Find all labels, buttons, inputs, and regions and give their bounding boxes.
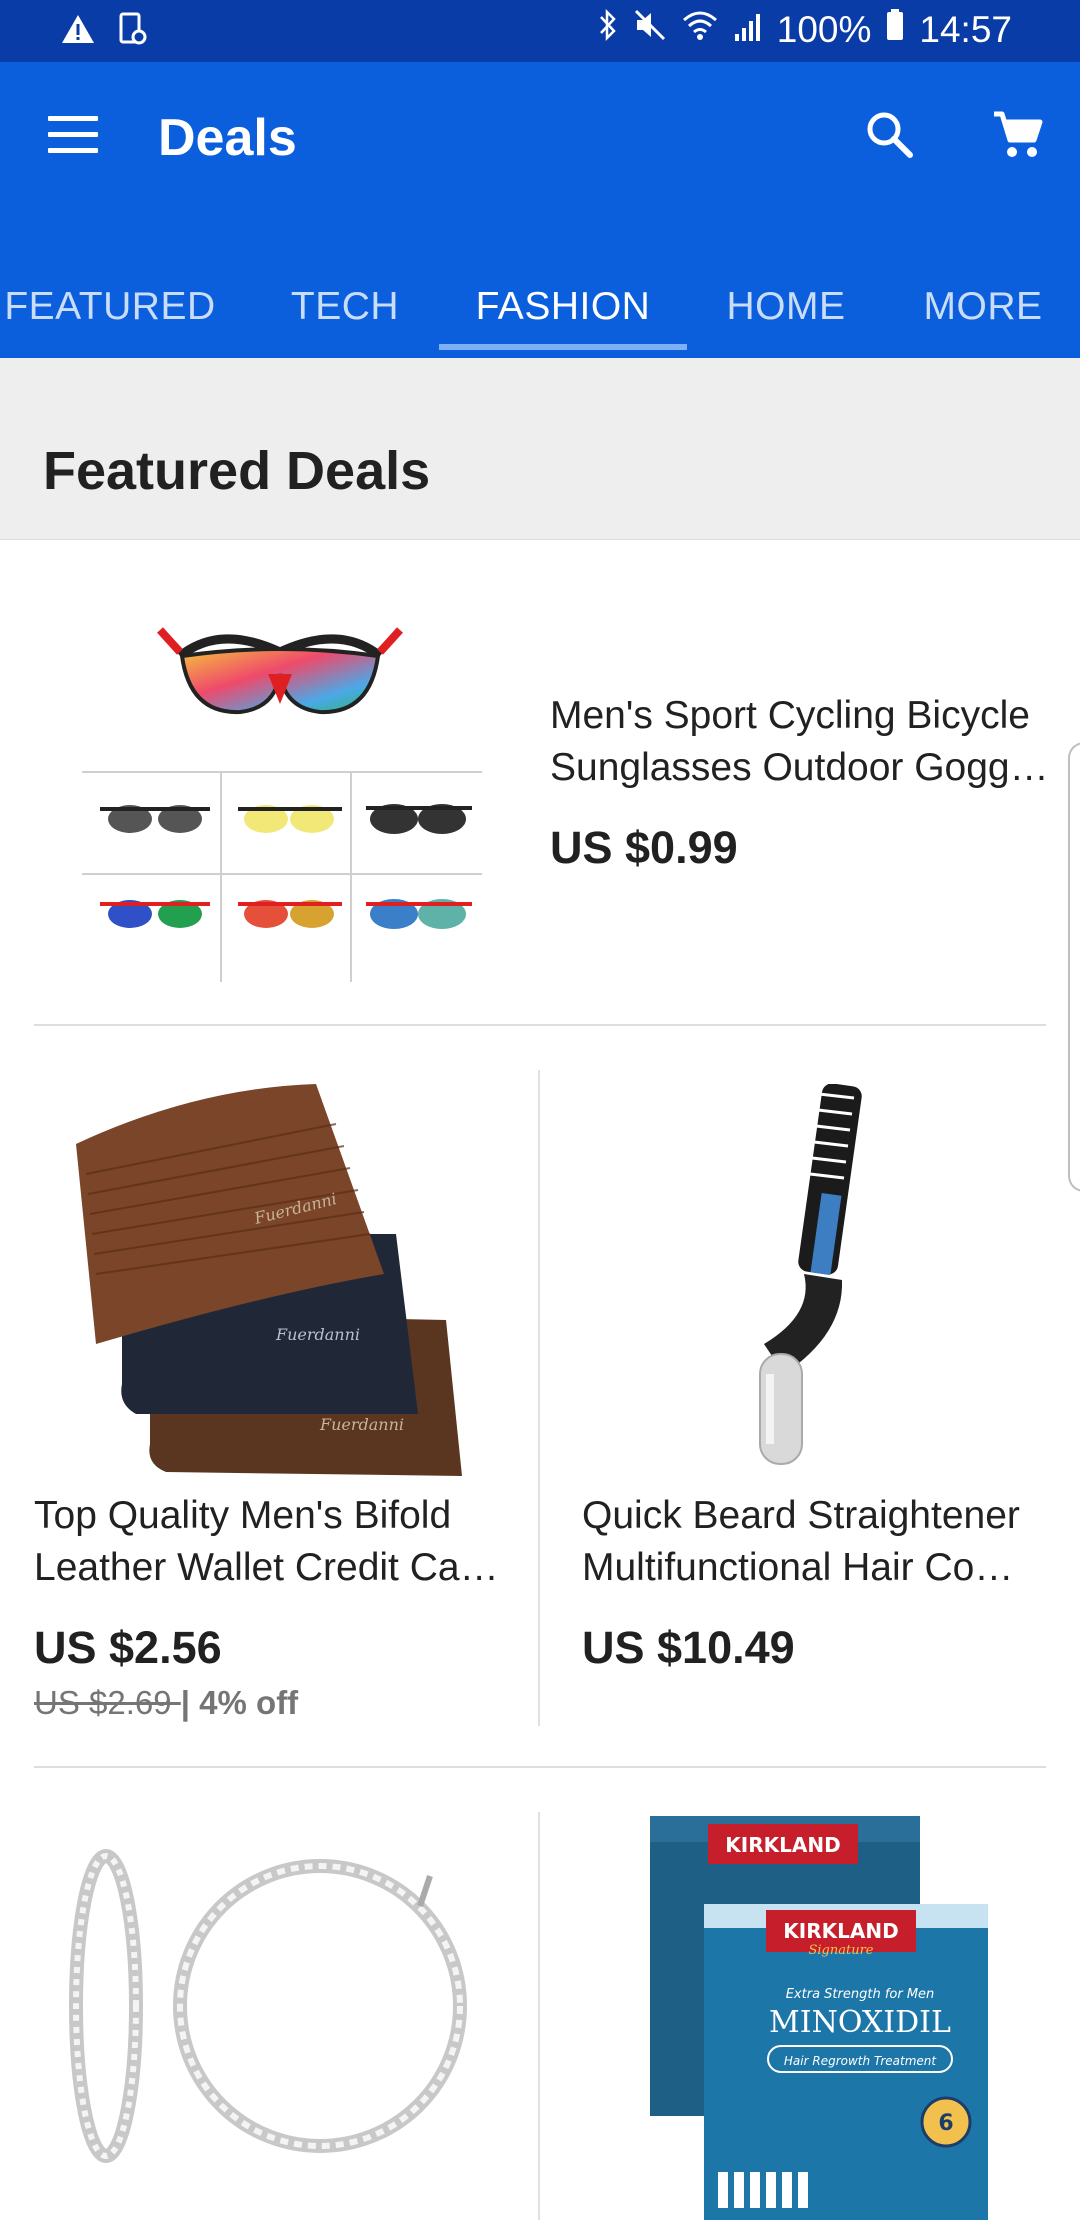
beard-straightener-product-image <box>759 1084 862 1465</box>
bluetooth-icon <box>597 8 619 51</box>
menu-button[interactable] <box>48 116 98 156</box>
app-bar: Deals FEATURED TECH FASHION HOME MORE <box>0 62 1080 358</box>
product-price: US $10.49 <box>582 1622 795 1673</box>
svg-text:Fuerdanni: Fuerdanni <box>319 1415 404 1434</box>
warning-icon <box>60 13 96 50</box>
product-title-line: Top Quality Men's Bifold <box>34 1494 452 1537</box>
scroll-handle[interactable] <box>1068 742 1080 1192</box>
svg-text:KIRKLAND: KIRKLAND <box>783 1919 898 1943</box>
hamburger-icon <box>48 116 98 121</box>
tab-featured[interactable]: FEATURED <box>0 256 220 358</box>
product-title-line: Quick Beard Straightener <box>582 1494 1020 1537</box>
product-title-line: Men's Sport Cycling Bicycle <box>550 694 1030 737</box>
svg-text:Extra Strength for Men: Extra Strength for Men <box>786 1987 935 2002</box>
svg-text:Signature: Signature <box>808 1943 873 1958</box>
cart-button[interactable] <box>990 106 1050 166</box>
tab-tech[interactable]: TECH <box>250 256 440 358</box>
clock: 14:57 <box>919 8 1012 50</box>
product-card-minoxidil[interactable]: KIRKLAND KIRKLAND Signature Extra Streng… <box>540 1768 1080 2220</box>
section-title: Featured Deals <box>43 441 431 501</box>
tab-home[interactable]: HOME <box>700 256 872 358</box>
product-card-earrings[interactable] <box>0 1768 538 2220</box>
page-title: Deals <box>158 109 297 167</box>
product-title-line: Sunglasses Outdoor Gogg… <box>550 746 1049 789</box>
product-title: Quick Beard Straightener Multifunctional… <box>582 1490 1062 1594</box>
battery-percent: 100% <box>776 8 872 50</box>
tab-more[interactable]: MORE <box>890 256 1076 358</box>
svg-text:Hair Regrowth Treatment: Hair Regrowth Treatment <box>784 2054 937 2068</box>
wifi-icon <box>681 8 719 51</box>
svg-text:KIRKLAND: KIRKLAND <box>725 1833 840 1857</box>
section-header: Featured Deals <box>0 358 1080 540</box>
product-title-line: Leather Wallet Credit Ca… <box>34 1546 499 1589</box>
wallet-product-image: Fuerdanni Fuerdanni Fuerdanni <box>76 1084 462 1476</box>
product-title: Men's Sport Cycling Bicycle Sunglasses O… <box>550 690 1050 794</box>
product-price: US $2.56 <box>34 1622 222 1673</box>
discount-label: | 4% off <box>180 1684 299 1721</box>
sunglasses-product-image <box>82 627 482 982</box>
battery-icon <box>885 8 905 51</box>
cart-icon <box>994 111 1043 157</box>
product-card-sunglasses[interactable]: Men's Sport Cycling Bicycle Sunglasses O… <box>0 540 1080 1026</box>
search-button[interactable] <box>862 107 922 167</box>
signal-icon <box>733 9 763 51</box>
minoxidil-product-image: KIRKLAND KIRKLAND Signature Extra Streng… <box>650 1816 988 2220</box>
mute-icon <box>633 8 667 51</box>
svg-text:Fuerdanni: Fuerdanni <box>275 1325 360 1344</box>
hamburger-icon-line <box>48 132 98 137</box>
old-price: US $2.69 <box>34 1684 181 1721</box>
status-bar: 100% 14:57 <box>0 0 1080 62</box>
screenshot-icon <box>118 12 148 51</box>
hamburger-icon-line <box>48 148 98 153</box>
original-price: US $2.69 | 4% off <box>34 1684 298 1722</box>
category-tabs: FEATURED TECH FASHION HOME MORE <box>0 256 1080 358</box>
tab-fashion[interactable]: FASHION <box>440 256 686 358</box>
product-price: US $0.99 <box>550 822 738 873</box>
svg-text:MINOXIDIL: MINOXIDIL <box>769 2005 951 2040</box>
product-card-beard-straightener[interactable]: Quick Beard Straightener Multifunctional… <box>540 1026 1080 1766</box>
product-title: Top Quality Men's Bifold Leather Wallet … <box>34 1490 514 1594</box>
svg-text:6: 6 <box>938 2111 953 2136</box>
product-card-wallet[interactable]: Fuerdanni Fuerdanni Fuerdanni Top Qualit… <box>0 1026 538 1766</box>
active-tab-indicator <box>439 344 687 350</box>
search-icon <box>867 112 913 158</box>
product-title-line: Multifunctional Hair Co… <box>582 1546 1014 1589</box>
hoop-earrings-product-image <box>69 1849 467 2163</box>
